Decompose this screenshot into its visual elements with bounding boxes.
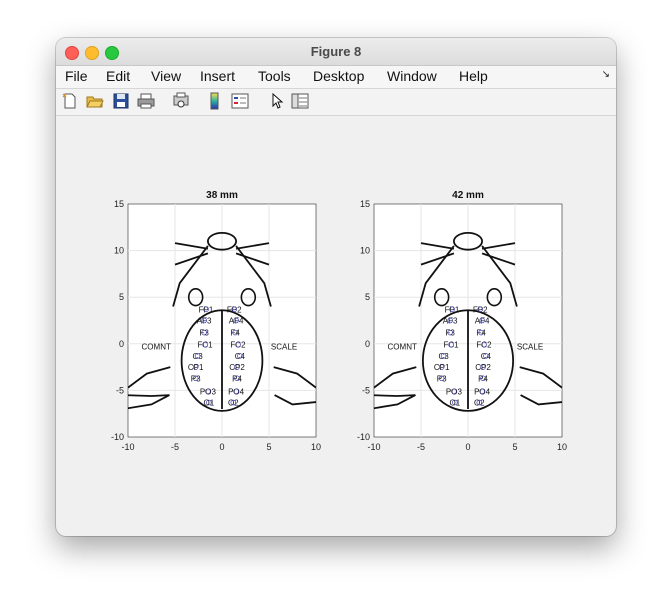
menu-desktop[interactable]: Desktop — [313, 68, 364, 84]
figure-window: Figure 8 File Edit View Insert Tools Des… — [56, 38, 616, 536]
menu-file[interactable]: File — [65, 68, 88, 84]
electrode-label: COMNT — [142, 343, 171, 352]
menu-help[interactable]: Help — [459, 68, 488, 84]
y-tick-label: 0 — [365, 339, 370, 349]
x-tick-label: 10 — [557, 442, 567, 452]
open-file-icon[interactable] — [86, 92, 104, 110]
x-tick-label: 0 — [219, 442, 224, 452]
colorbar-icon[interactable] — [206, 92, 224, 110]
x-tick-label: -10 — [367, 442, 380, 452]
print-icon[interactable] — [137, 92, 155, 110]
y-tick-label: -5 — [362, 385, 370, 395]
figure-svg: 38 mm-10 -5 0 5 10151050-5-10COMNT SCALEFP1 FP… — [111, 190, 567, 452]
menu-bar: File Edit View Insert Tools Desktop Wind… — [56, 66, 616, 89]
save-icon[interactable] — [112, 92, 130, 110]
y-tick-label: 10 — [114, 246, 124, 256]
x-tick-label: 5 — [512, 442, 517, 452]
electrode-label: SCALE — [271, 343, 297, 352]
plot-title: 42 mm — [452, 190, 484, 201]
x-tick-label: 10 — [311, 442, 321, 452]
legend-icon[interactable] — [231, 92, 249, 110]
menu-tools[interactable]: Tools — [258, 68, 291, 84]
property-editor-icon[interactable] — [291, 92, 309, 110]
y-tick-label: 5 — [365, 292, 370, 302]
plot-1: 38 mm-10 -5 0 5 10151050-5-10COMNT SCALEFP1 FP… — [111, 190, 321, 452]
toolbar — [56, 89, 616, 116]
y-tick-label: 0 — [119, 339, 124, 349]
title-bar: Figure 8 — [56, 38, 616, 66]
y-tick-label: 5 — [119, 292, 124, 302]
electrode-label: SCALE — [517, 343, 543, 352]
x-tick-label: 0 — [465, 442, 470, 452]
y-tick-label: 15 — [360, 199, 370, 209]
y-tick-label: -10 — [357, 432, 370, 442]
x-tick-label: 5 — [266, 442, 271, 452]
arrow-down-right-icon[interactable]: ↘ — [602, 69, 610, 80]
window-title: Figure 8 — [310, 44, 362, 59]
electrode-label: COMNT — [388, 343, 417, 352]
x-tick-label: -5 — [171, 442, 179, 452]
print-preview-icon[interactable] — [172, 92, 190, 110]
x-tick-label: -10 — [121, 442, 134, 452]
plot-title: 38 mm — [206, 190, 238, 201]
menu-window[interactable]: Window — [387, 68, 437, 84]
y-tick-label: 10 — [360, 246, 370, 256]
x-tick-label: -5 — [417, 442, 425, 452]
menu-view[interactable]: View — [151, 68, 181, 84]
menu-insert[interactable]: Insert — [200, 68, 235, 84]
figure-canvas: 38 mm -10 -5 0 5 10 15 10 5 0 -5 -10 COMNT SCALE FP1 FP… — [56, 116, 616, 536]
y-tick-label: -5 — [116, 385, 124, 395]
y-tick-label: 15 — [114, 199, 124, 209]
plot-2: 42 mm-10 -5 0 5 10151050-5-10COMNT SCALEFP1 FP… — [357, 190, 567, 452]
new-figure-icon[interactable] — [61, 92, 79, 110]
menu-edit[interactable]: Edit — [106, 68, 130, 84]
pointer-icon[interactable] — [268, 92, 286, 110]
y-tick-label: -10 — [111, 432, 124, 442]
